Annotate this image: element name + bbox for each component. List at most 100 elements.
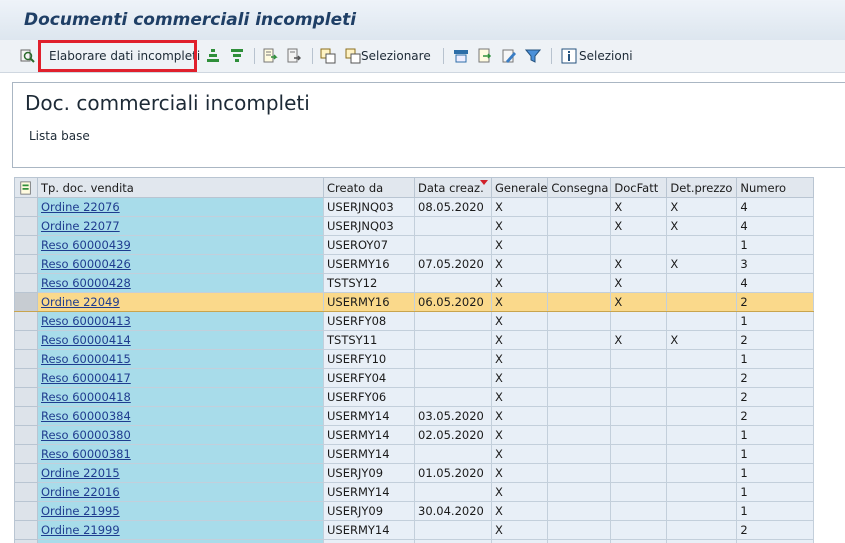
document-link[interactable]: Reso 60000426 (41, 257, 131, 271)
cell-created-by: USERMY14 (323, 425, 415, 445)
selections-button[interactable]: Selezioni (561, 46, 633, 66)
document-link[interactable]: Reso 60000380 (41, 428, 131, 442)
table-row[interactable]: Reso 60000439 USEROY07 X 1 (14, 235, 815, 255)
cell-creation-date (414, 273, 492, 293)
document-link[interactable]: Ordine 22016 (41, 485, 120, 499)
import-button[interactable] (286, 46, 302, 66)
row-selector[interactable] (14, 330, 38, 350)
table-row[interactable]: Ordine 22077 USERJNQ03 X X X 4 (14, 216, 815, 236)
row-selector[interactable] (14, 501, 38, 521)
choose-button[interactable] (320, 46, 336, 66)
table-row[interactable]: Reso 60000380 USERMY14 02.05.2020 X 1 (14, 425, 815, 445)
document-link[interactable]: Reso 60000413 (41, 314, 131, 328)
table-row[interactable]: Ordine 21999 USERMY14 X 2 (14, 520, 815, 540)
document-link[interactable]: Ordine 21995 (41, 504, 120, 518)
row-selector[interactable] (14, 197, 38, 217)
document-link[interactable]: Reso 60000384 (41, 409, 131, 423)
info-icon (561, 48, 577, 64)
display-details-button[interactable] (20, 46, 36, 66)
cell-doc-type[interactable]: Reso 60000426 (37, 254, 324, 274)
row-selector[interactable] (14, 273, 38, 293)
table-row[interactable]: Reso 60000413 USERFY08 X 1 (14, 311, 815, 331)
table-row[interactable]: Reso 60000428 TSTSY12 X X 4 (14, 273, 815, 293)
cell-doc-type[interactable]: Ordine 22049 (37, 292, 324, 312)
column-header-number[interactable]: Numero (736, 177, 815, 198)
row-selector[interactable] (14, 387, 38, 407)
row-selector[interactable] (14, 349, 38, 369)
column-header-general[interactable]: Generale (490, 177, 549, 198)
table-row[interactable]: Reso 60000426 USERMY16 07.05.2020 X X X 3 (14, 254, 815, 274)
cell-pricing (666, 463, 738, 483)
cell-doc-type[interactable]: Reso 60000428 (37, 273, 324, 293)
document-link[interactable]: Reso 60000417 (41, 371, 131, 385)
cell-doc-type[interactable]: Ordine 22077 (37, 216, 324, 236)
select-button[interactable]: Selezionare (345, 46, 431, 66)
document-arrow-icon (286, 48, 302, 64)
layout-button[interactable] (453, 46, 469, 66)
sort-descending-button[interactable] (229, 46, 245, 66)
select-all-button[interactable] (14, 177, 38, 198)
cell-doc-type[interactable]: Ordine 22016 (37, 482, 324, 502)
row-selector[interactable] (14, 368, 38, 388)
table-row[interactable]: Ordine 22016 USERMY14 X 1 (14, 482, 815, 502)
row-selector[interactable] (14, 425, 38, 445)
document-link[interactable]: Reso 60000415 (41, 352, 131, 366)
cell-doc-type[interactable]: Ordine 21999 (37, 520, 324, 540)
row-selector[interactable] (14, 292, 38, 312)
cell-doc-type[interactable]: Reso 60000417 (37, 368, 324, 388)
cell-doc-type[interactable]: Ordine 22015 (37, 463, 324, 483)
document-link[interactable]: Reso 60000381 (41, 447, 131, 461)
cell-doc-type[interactable]: Reso 60000380 (37, 425, 324, 445)
table-row[interactable]: Reso 60000384 USERMY14 03.05.2020 X 2 (14, 406, 815, 426)
column-header-delivery[interactable]: Consegna (547, 177, 612, 198)
cell-doc-type[interactable]: Reso 60000413 (37, 311, 324, 331)
table-row[interactable]: Ordine 22049 USERMY16 06.05.2020 X X 2 (14, 292, 815, 312)
cell-created-by: USERFY06 (323, 387, 415, 407)
cell-doc-type[interactable]: Reso 60000439 (37, 235, 324, 255)
document-link[interactable]: Ordine 22077 (41, 219, 120, 233)
document-link[interactable]: Ordine 22076 (41, 200, 120, 214)
document-link[interactable]: Reso 60000439 (41, 238, 131, 252)
table-row[interactable]: Reso 60000381 USERMY14 X 1 (14, 444, 815, 464)
table-row[interactable]: Ordine 22015 USERJY09 01.05.2020 X 1 (14, 463, 815, 483)
cell-doc-type[interactable]: Reso 60000415 (37, 349, 324, 369)
table-row[interactable]: Reso 60000415 USERFY10 X 1 (14, 349, 815, 369)
table-row[interactable]: Reso 60000417 USERFY04 X 2 (14, 368, 815, 388)
row-selector[interactable] (14, 216, 38, 236)
table-row[interactable]: Ordine 21995 USERJY09 30.04.2020 X 1 (14, 501, 815, 521)
cell-doc-type[interactable]: Ordine 21995 (37, 501, 324, 521)
document-link[interactable]: Reso 60000414 (41, 333, 131, 347)
column-header-billing-doc[interactable]: DocFatt (610, 177, 668, 198)
edit-button[interactable] (501, 46, 517, 66)
document-link[interactable]: Ordine 22049 (41, 295, 120, 309)
table-row[interactable]: Reso 60000414 TSTSY11 X X X 2 (14, 330, 815, 350)
title-bar: Documenti commerciali incompleti (0, 0, 845, 41)
export-button[interactable] (262, 46, 278, 66)
document-link[interactable]: Reso 60000428 (41, 276, 131, 290)
row-selector[interactable] (14, 482, 38, 502)
row-selector[interactable] (14, 235, 38, 255)
document-link[interactable]: Ordine 22015 (41, 466, 120, 480)
row-selector[interactable] (14, 406, 38, 426)
row-selector[interactable] (14, 311, 38, 331)
row-selector[interactable] (14, 463, 38, 483)
filter-button[interactable] (525, 46, 541, 66)
cell-doc-type[interactable]: Reso 60000414 (37, 330, 324, 350)
document-link[interactable]: Reso 60000418 (41, 390, 131, 404)
column-header-doc-type[interactable]: Tp. doc. vendita (37, 177, 324, 198)
cell-doc-type[interactable]: Reso 60000384 (37, 406, 324, 426)
table-row[interactable]: Ordine 22076 USERJNQ03 08.05.2020 X X X 4 (14, 197, 815, 217)
table-row[interactable]: Reso 60000418 USERFY06 X 2 (14, 387, 815, 407)
row-selector[interactable] (14, 254, 38, 274)
cell-doc-type[interactable]: Reso 60000418 (37, 387, 324, 407)
column-header-created-by[interactable]: Creato da (323, 177, 415, 198)
transfer-button[interactable] (477, 46, 493, 66)
document-link[interactable]: Ordine 21999 (41, 523, 120, 537)
cell-doc-type[interactable]: Reso 60000381 (37, 444, 324, 464)
sort-ascending-button[interactable] (205, 46, 221, 66)
cell-doc-type[interactable]: Ordine 22076 (37, 197, 324, 217)
column-header-pricing[interactable]: Det.prezzo (666, 177, 738, 198)
row-selector[interactable] (14, 520, 38, 540)
column-header-creation-date[interactable]: Data creaz. (414, 177, 492, 198)
row-selector[interactable] (14, 444, 38, 464)
